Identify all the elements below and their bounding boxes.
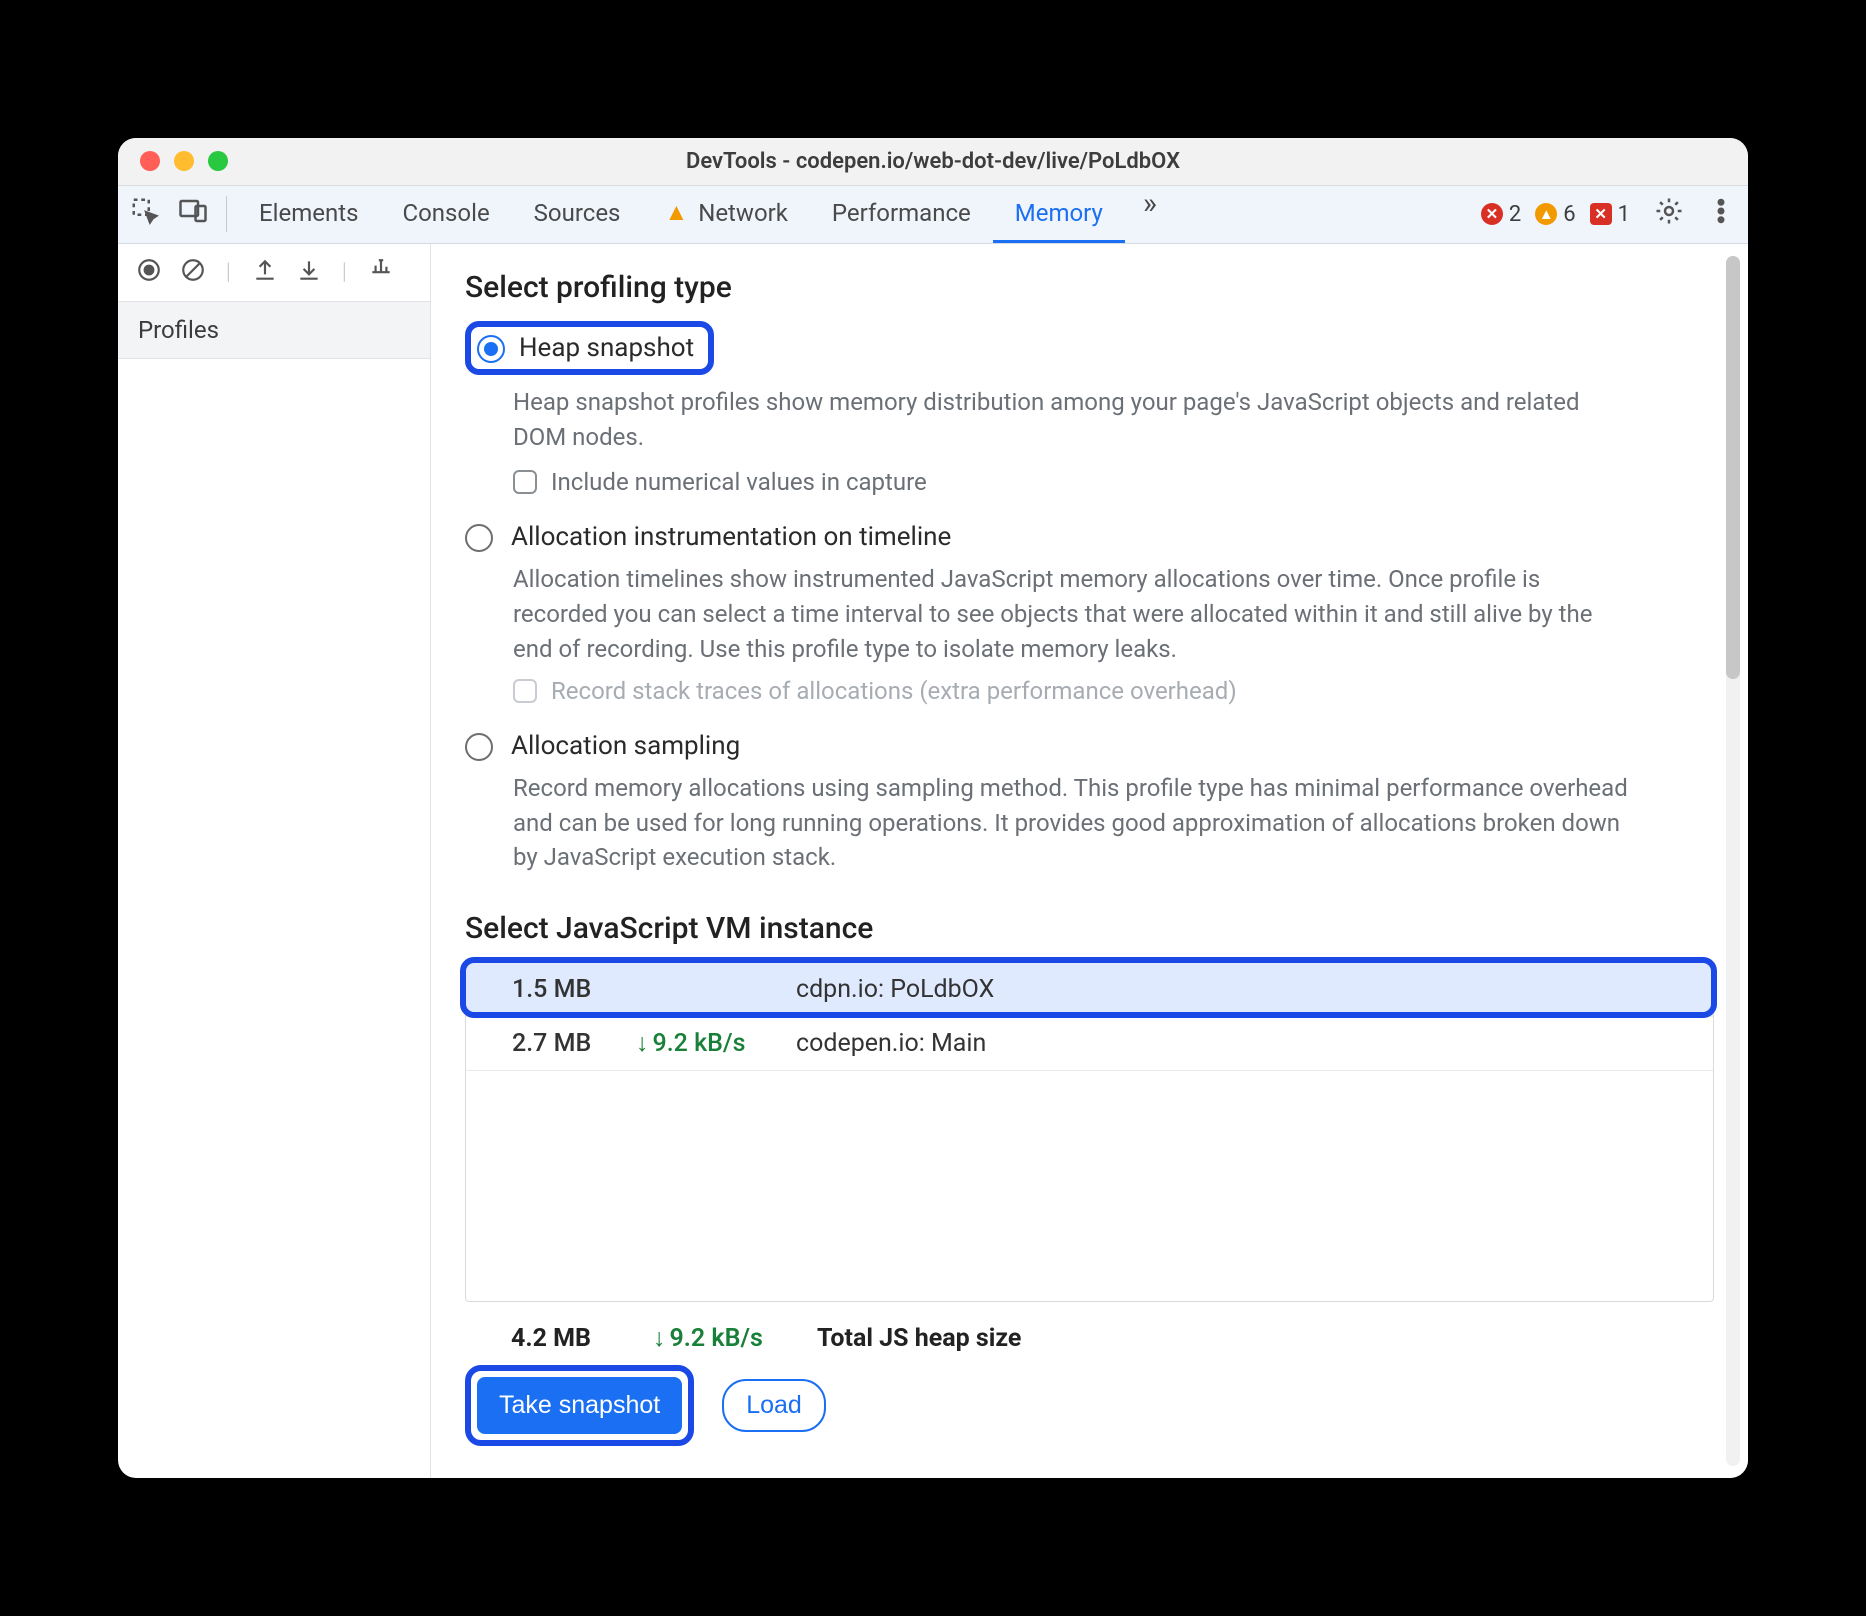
warnings-badge[interactable]: ▲6 (1535, 202, 1575, 227)
record-icon[interactable] (136, 257, 162, 287)
sidebar-section-profiles[interactable]: Profiles (118, 302, 430, 359)
down-arrow-icon: ↓ (636, 1029, 649, 1058)
issues-badge[interactable]: ✕1 (1590, 202, 1630, 227)
close-icon[interactable] (140, 151, 160, 171)
option-allocation-timeline[interactable]: Allocation instrumentation on timeline (465, 522, 1714, 552)
warning-icon: ▲ (1535, 203, 1557, 225)
total-rate: ↓9.2 kB/s (653, 1324, 799, 1353)
tab-performance[interactable]: Performance (810, 186, 993, 243)
tab-network[interactable]: ▲ Network (642, 186, 809, 243)
checkbox-label: Record stack traces of allocations (extr… (551, 677, 1237, 705)
window-title: DevTools - codepen.io/web-dot-dev/live/P… (118, 149, 1748, 174)
vm-size: 2.7 MB (466, 1029, 636, 1058)
clear-icon[interactable] (180, 257, 206, 287)
scrollbar-vertical[interactable] (1726, 256, 1740, 1466)
option-desc-heap: Heap snapshot profiles show memory distr… (513, 385, 1633, 455)
kebab-menu-icon[interactable] (1706, 196, 1736, 232)
upload-icon[interactable] (252, 257, 278, 287)
divider: │ (224, 262, 234, 282)
garbage-collect-icon[interactable] (368, 257, 394, 287)
download-icon[interactable] (296, 257, 322, 287)
option-label: Allocation instrumentation on timeline (511, 522, 951, 552)
vm-size: 1.5 MB (466, 975, 636, 1004)
vm-instance-list: 1.5 MB cdpn.io: PoLdbOX 2.7 MB ↓9.2 kB/s… (465, 962, 1714, 1302)
profiles-sidebar: │ │ Profiles (118, 244, 431, 1478)
settings-icon[interactable] (1654, 196, 1684, 232)
errors-badge[interactable]: ✕2 (1481, 202, 1521, 227)
sidebar-tools: │ │ (118, 244, 430, 302)
tab-console[interactable]: Console (380, 186, 511, 243)
divider: │ (340, 262, 350, 282)
vm-name: codepen.io: Main (796, 1029, 986, 1058)
total-label: Total JS heap size (817, 1324, 1021, 1353)
error-icon: ✕ (1481, 203, 1503, 225)
vm-rate: ↓9.2 kB/s (636, 1029, 796, 1058)
radio-allocation-timeline[interactable] (465, 524, 493, 552)
highlight-ring-vm (460, 957, 1717, 1018)
vm-name: cdpn.io: PoLdbOX (796, 975, 994, 1004)
highlight-ring-heap: Heap snapshot (465, 321, 714, 375)
action-row: Take snapshot Load (465, 1365, 1714, 1446)
option-label: Heap snapshot (519, 333, 694, 363)
checkbox-include-numerical[interactable] (513, 470, 537, 494)
more-tabs-icon[interactable]: » (1125, 186, 1165, 243)
checkbox-label: Include numerical values in capture (551, 468, 927, 496)
window-controls (118, 151, 228, 171)
titlebar: DevTools - codepen.io/web-dot-dev/live/P… (118, 138, 1748, 186)
vm-row[interactable]: 2.7 MB ↓9.2 kB/s codepen.io: Main (466, 1017, 1713, 1071)
maximize-icon[interactable] (208, 151, 228, 171)
take-snapshot-button[interactable]: Take snapshot (477, 1377, 682, 1434)
inspect-element-icon[interactable] (130, 196, 160, 232)
total-size: 4.2 MB (511, 1324, 635, 1353)
panel-tabstrip: Elements Console Sources ▲ Network Perfo… (118, 186, 1748, 244)
memory-panel: Select profiling type Heap snapshot Heap… (431, 244, 1748, 1478)
status-badges: ✕2 ▲6 ✕1 (1481, 202, 1630, 227)
down-arrow-icon: ↓ (653, 1324, 666, 1353)
radio-heap-snapshot[interactable] (477, 335, 505, 363)
vm-list-empty-space (466, 1071, 1713, 1301)
option-desc-alloc-sampling: Record memory allocations using sampling… (513, 771, 1633, 875)
vm-row[interactable]: 1.5 MB cdpn.io: PoLdbOX (466, 963, 1713, 1017)
minimize-icon[interactable] (174, 151, 194, 171)
warning-icon: ▲ (664, 198, 688, 227)
tab-elements[interactable]: Elements (237, 186, 380, 243)
scrollbar-thumb[interactable] (1726, 256, 1740, 680)
option-desc-alloc-timeline: Allocation timelines show instrumented J… (513, 562, 1633, 666)
panel-body: │ │ Profiles Select profiling type Heap … (118, 244, 1748, 1478)
profiling-type-heading: Select profiling type (465, 270, 1714, 305)
highlight-ring-take-snapshot: Take snapshot (465, 1365, 694, 1446)
option-allocation-sampling[interactable]: Allocation sampling (465, 731, 1714, 761)
tab-sources[interactable]: Sources (512, 186, 643, 243)
vm-instance-heading: Select JavaScript VM instance (465, 911, 1714, 946)
radio-allocation-sampling[interactable] (465, 733, 493, 761)
issue-icon: ✕ (1590, 203, 1612, 225)
checkbox-record-stack-traces (513, 679, 537, 703)
devtools-window: DevTools - codepen.io/web-dot-dev/live/P… (118, 138, 1748, 1478)
vm-totals: 4.2 MB ↓9.2 kB/s Total JS heap size (511, 1324, 1714, 1353)
device-toolbar-icon[interactable] (178, 196, 208, 232)
load-button[interactable]: Load (722, 1379, 826, 1432)
option-heap-snapshot[interactable]: Heap snapshot (465, 321, 1714, 375)
option-label: Allocation sampling (511, 731, 740, 761)
tab-memory[interactable]: Memory (993, 186, 1125, 243)
